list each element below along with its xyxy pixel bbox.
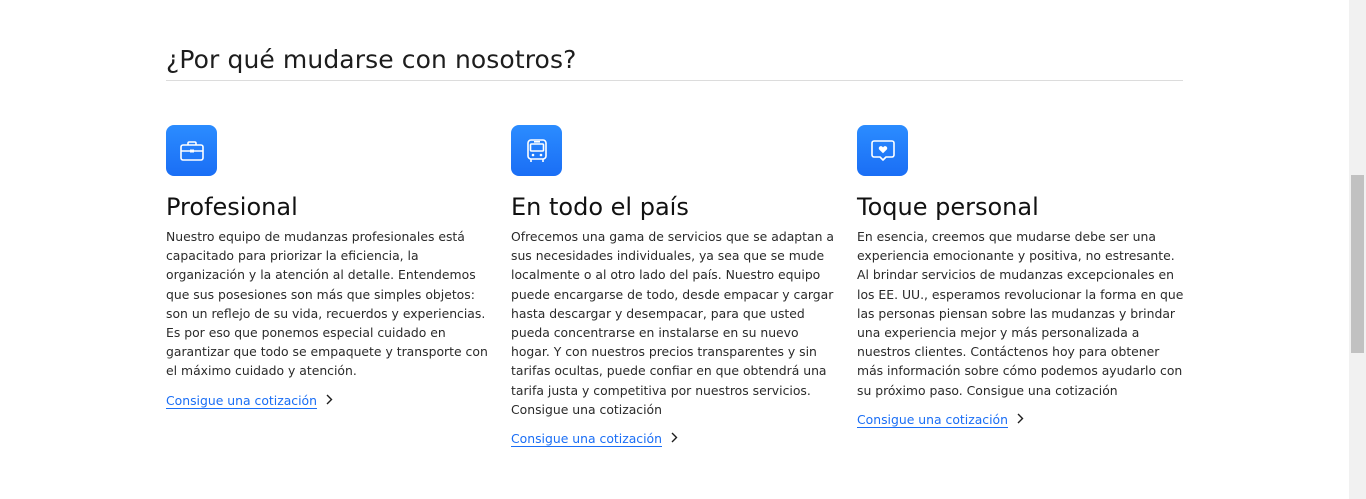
scrollbar-thumb[interactable] — [1351, 175, 1364, 353]
feature-title: Toque personal — [857, 193, 1039, 221]
chevron-right-icon — [326, 393, 333, 408]
get-quote-link-label[interactable]: Consigue una cotización — [166, 393, 317, 408]
get-quote-link[interactable]: Consigue una cotización — [857, 412, 1024, 427]
feature-title: En todo el país — [511, 193, 689, 221]
feature-professional: Profesional Nuestro equipo de mudanzas p… — [166, 125, 492, 409]
feature-description: Nuestro equipo de mudanzas profesionales… — [166, 229, 488, 379]
feature-title: Profesional — [166, 193, 298, 221]
feature-personal-touch: Toque personal En esencia, creemos que m… — [857, 125, 1183, 428]
feature-description: En esencia, creemos que mudarse debe ser… — [857, 229, 1184, 398]
section-title: ¿Por qué mudarse con nosotros? — [166, 45, 577, 74]
page: ¿Por qué mudarse con nosotros? Profesion… — [0, 0, 1366, 499]
feature-nationwide: En todo el país Ofrecemos una gama de se… — [511, 125, 837, 447]
chevron-right-icon — [1017, 412, 1024, 427]
get-quote-link-label[interactable]: Consigue una cotización — [511, 431, 662, 446]
get-quote-link[interactable]: Consigue una cotización — [511, 431, 678, 446]
heart-chat-icon — [857, 125, 908, 176]
briefcase-icon — [166, 125, 217, 176]
chevron-right-icon — [671, 431, 678, 446]
bus-icon — [511, 125, 562, 176]
section-divider — [166, 80, 1183, 81]
get-quote-link-label[interactable]: Consigue una cotización — [857, 412, 1008, 427]
vertical-scrollbar[interactable] — [1349, 0, 1366, 499]
get-quote-link[interactable]: Consigue una cotización — [166, 393, 333, 408]
feature-description: Ofrecemos una gama de servicios que se a… — [511, 229, 834, 417]
why-move-section: ¿Por qué mudarse con nosotros? Profesion… — [166, 40, 1183, 446]
